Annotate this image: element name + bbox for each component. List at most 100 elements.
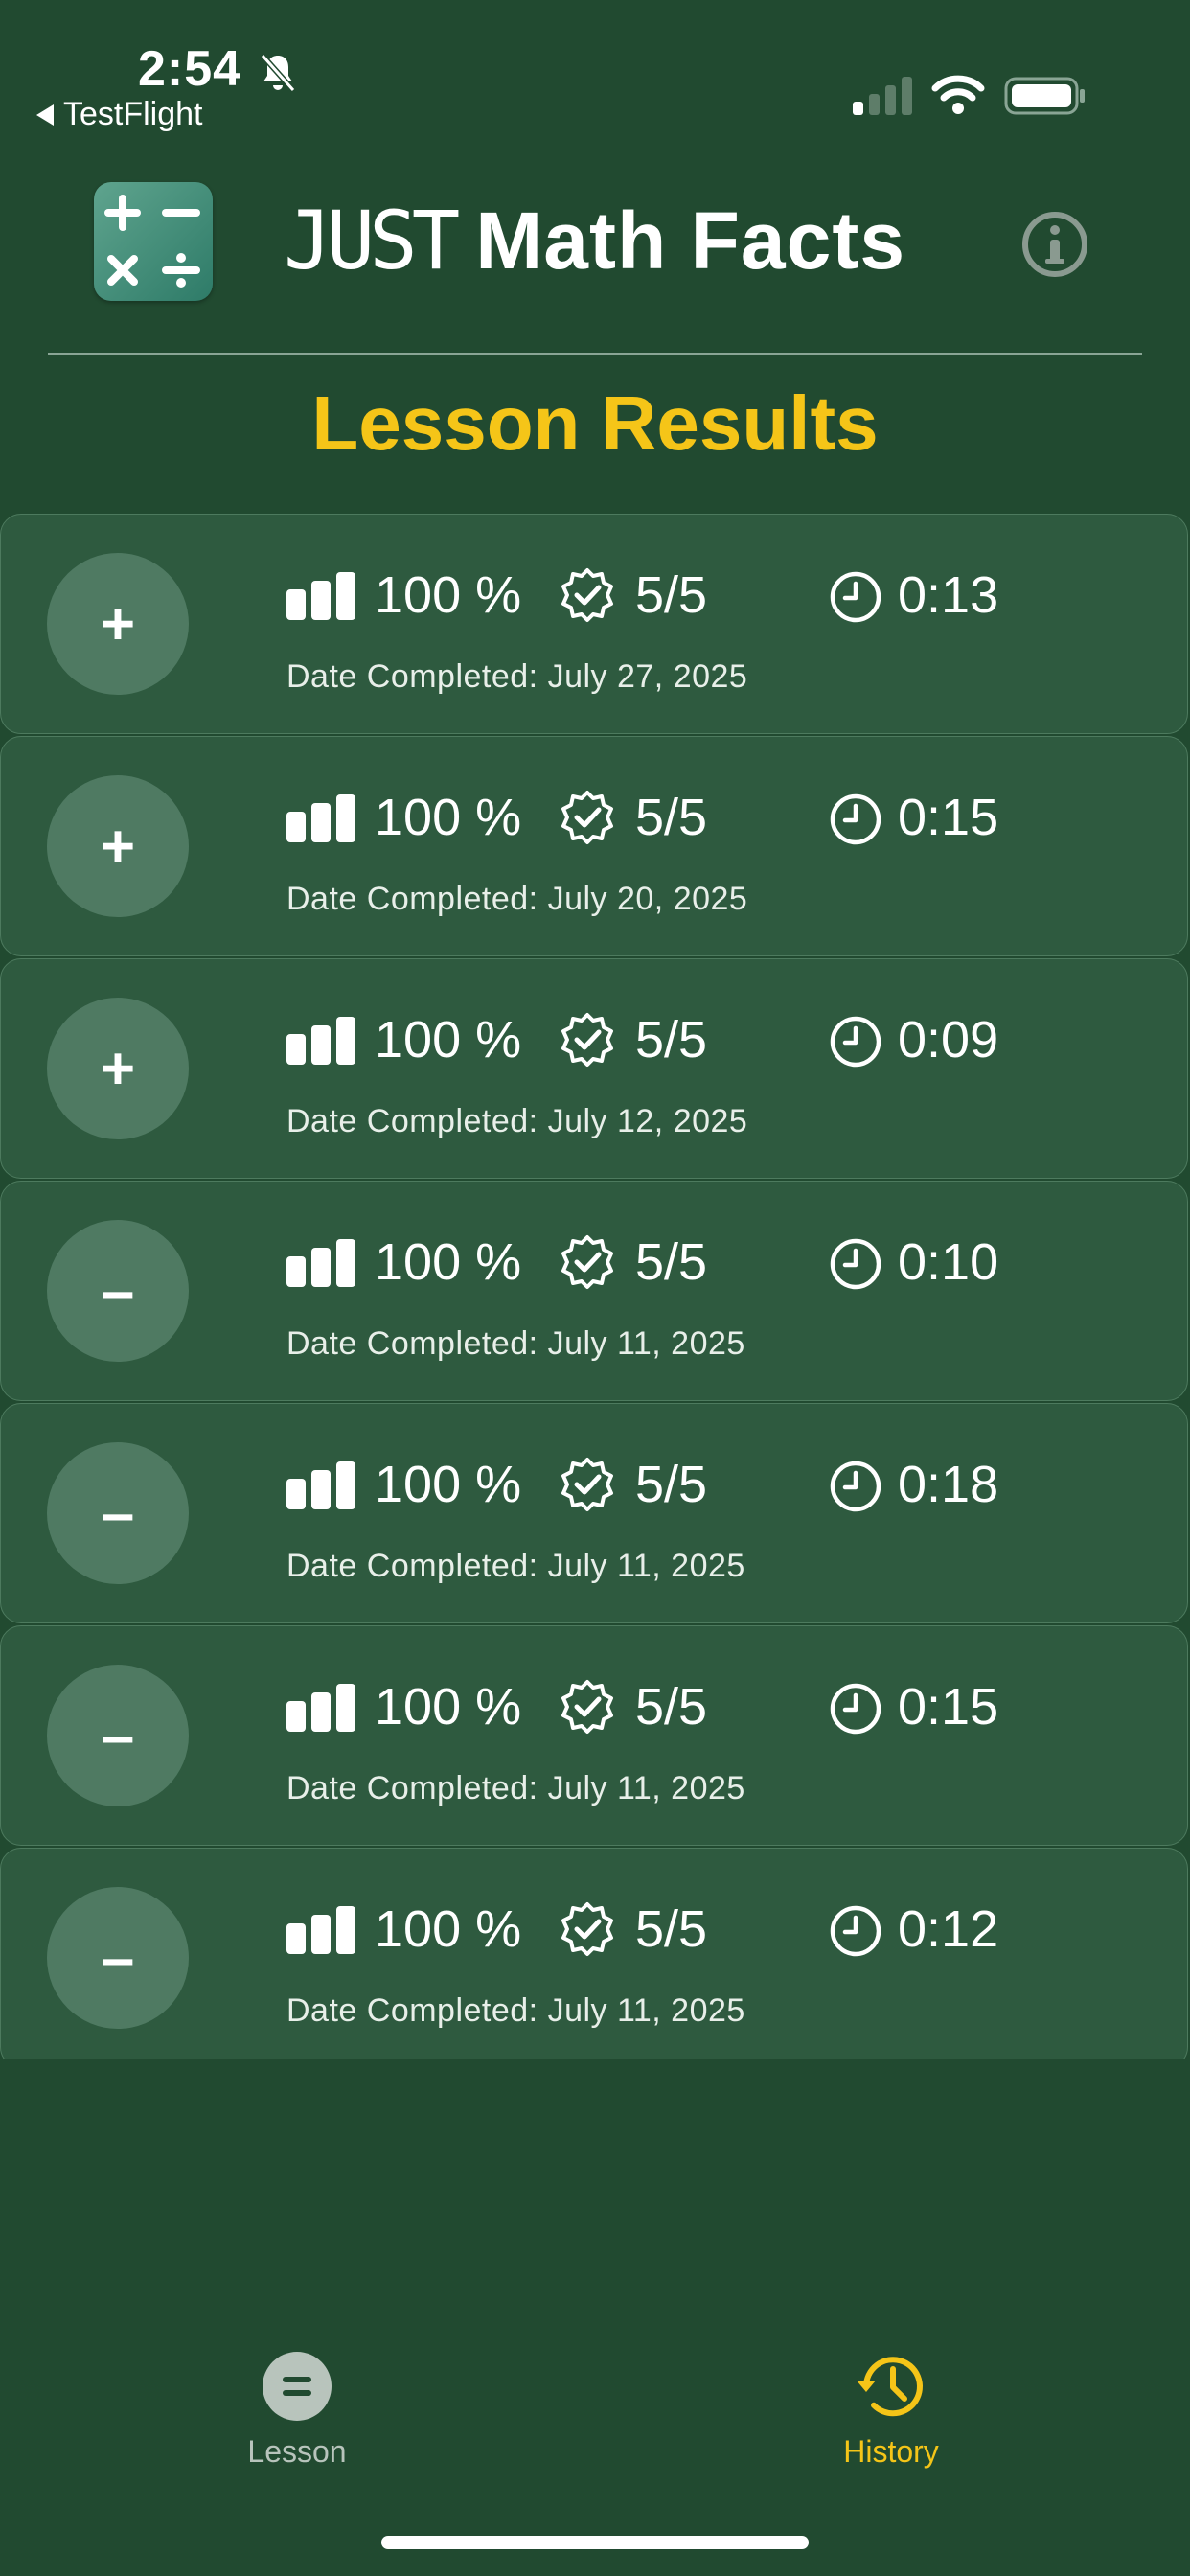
date-completed: Date Completed: July 27, 2025: [286, 658, 748, 695]
checkmark-seal-icon: [561, 1680, 613, 1734]
operation-badge: –: [47, 1665, 189, 1806]
checkmark-seal-icon: [561, 1458, 613, 1511]
operation-symbol: –: [101, 1257, 135, 1324]
tab-lesson-label: Lesson: [247, 2434, 347, 2469]
checkmark-seal-icon: [561, 1902, 613, 1956]
back-to-testflight[interactable]: TestFlight: [36, 96, 203, 133]
score-value: 5/5: [635, 1678, 708, 1736]
result-stats: 100 % 5/5 0:09: [286, 1009, 1149, 1070]
date-completed: Date Completed: July 11, 2025: [286, 1992, 745, 2029]
duration-value: 0:13: [898, 566, 999, 624]
app-header: JUST Math Facts: [0, 172, 1190, 316]
date-completed: Date Completed: July 11, 2025: [286, 1770, 745, 1806]
tab-history[interactable]: History: [767, 2319, 1016, 2472]
app-title-prefix: JUST: [284, 194, 460, 288]
duration-value: 0:18: [898, 1456, 999, 1513]
percent-value: 100 %: [375, 1011, 522, 1069]
result-stats: 100 % 5/5 0:13: [286, 564, 1149, 626]
clock-icon: [830, 1460, 881, 1512]
header-divider: [48, 353, 1142, 355]
results-list[interactable]: + 100 % 5/5 0:13 Date Completed: July 27…: [0, 514, 1190, 2058]
result-row[interactable]: + 100 % 5/5 0:13 Date Completed: July 27…: [0, 514, 1188, 734]
clock-icon: [830, 1016, 881, 1068]
home-indicator: [381, 2536, 809, 2549]
cellular-signal-icon: [853, 77, 912, 115]
percent-value: 100 %: [375, 1900, 522, 1958]
tab-lesson[interactable]: Lesson: [172, 2319, 422, 2472]
percent-value: 100 %: [375, 789, 522, 846]
operation-badge: –: [47, 1220, 189, 1362]
result-stats: 100 % 5/5 0:10: [286, 1231, 1149, 1293]
equals-circle-icon: [263, 2352, 332, 2421]
score-value: 5/5: [635, 1011, 708, 1069]
percent-value: 100 %: [375, 566, 522, 624]
operation-symbol: –: [101, 1924, 135, 1991]
math-operators-icon: [104, 195, 200, 288]
score-value: 5/5: [635, 1900, 708, 1958]
score-value: 5/5: [635, 1233, 708, 1291]
operation-badge: +: [47, 775, 189, 917]
operation-symbol: +: [100, 813, 136, 880]
wifi-icon: [931, 75, 985, 114]
back-arrow-icon: [36, 104, 54, 126]
status-bar: 2:54 TestFlight: [0, 0, 1190, 153]
percent-bars-icon: [286, 1239, 355, 1287]
app-logo: [94, 182, 213, 301]
page-title: Lesson Results: [311, 380, 879, 466]
percent-bars-icon: [286, 572, 355, 620]
operation-symbol: –: [101, 1702, 135, 1769]
result-stats: 100 % 5/5 0:15: [286, 1676, 1149, 1737]
percent-value: 100 %: [375, 1678, 522, 1736]
score-value: 5/5: [635, 1456, 708, 1513]
checkmark-seal-icon: [561, 791, 613, 844]
percent-bars-icon: [286, 794, 355, 842]
duration-value: 0:15: [898, 789, 999, 846]
operation-symbol: +: [100, 590, 136, 657]
bell-muted-icon: [260, 54, 296, 92]
clock-icon: [830, 1238, 881, 1290]
info-icon[interactable]: [1021, 211, 1088, 278]
result-row[interactable]: – 100 % 5/5 0:10 Date Completed: July 11…: [0, 1181, 1188, 1401]
percent-value: 100 %: [375, 1456, 522, 1513]
result-stats: 100 % 5/5 0:15: [286, 787, 1149, 848]
result-row[interactable]: + 100 % 5/5 0:09 Date Completed: July 12…: [0, 958, 1188, 1179]
result-row[interactable]: – 100 % 5/5 0:12 Date Completed: July 11…: [0, 1848, 1188, 2058]
date-completed: Date Completed: July 11, 2025: [286, 1548, 745, 1584]
date-completed: Date Completed: July 12, 2025: [286, 1103, 748, 1139]
score-value: 5/5: [635, 789, 708, 846]
history-clock-icon: [857, 2357, 923, 2417]
percent-bars-icon: [286, 1017, 355, 1065]
tab-history-label: History: [843, 2434, 939, 2469]
status-time: 2:54: [138, 41, 242, 97]
tab-bar: Lesson History: [0, 2319, 1190, 2492]
percent-value: 100 %: [375, 1233, 522, 1291]
date-completed: Date Completed: July 11, 2025: [286, 1325, 745, 1362]
duration-value: 0:12: [898, 1900, 999, 1958]
clock-icon: [830, 1905, 881, 1957]
app-title: JUST Math Facts: [284, 194, 905, 288]
duration-value: 0:10: [898, 1233, 999, 1291]
duration-value: 0:09: [898, 1011, 999, 1069]
operation-badge: +: [47, 998, 189, 1139]
operation-badge: +: [47, 553, 189, 695]
operation-symbol: +: [100, 1035, 136, 1102]
operation-badge: –: [47, 1887, 189, 2029]
date-completed: Date Completed: July 20, 2025: [286, 881, 748, 917]
duration-value: 0:15: [898, 1678, 999, 1736]
percent-bars-icon: [286, 1906, 355, 1954]
percent-bars-icon: [286, 1461, 355, 1509]
checkmark-seal-icon: [561, 1013, 613, 1067]
operation-badge: –: [47, 1442, 189, 1584]
battery-icon: [1004, 77, 1085, 115]
clock-icon: [830, 794, 881, 845]
percent-bars-icon: [286, 1684, 355, 1732]
app-title-main: Math Facts: [475, 196, 906, 286]
result-row[interactable]: – 100 % 5/5 0:18 Date Completed: July 11…: [0, 1403, 1188, 1623]
clock-icon: [830, 1683, 881, 1735]
result-row[interactable]: + 100 % 5/5 0:15 Date Completed: July 20…: [0, 736, 1188, 956]
result-row[interactable]: – 100 % 5/5 0:15 Date Completed: July 11…: [0, 1625, 1188, 1846]
score-value: 5/5: [635, 566, 708, 624]
back-label: TestFlight: [63, 96, 203, 132]
clock-icon: [830, 571, 881, 623]
result-stats: 100 % 5/5 0:12: [286, 1898, 1149, 1960]
